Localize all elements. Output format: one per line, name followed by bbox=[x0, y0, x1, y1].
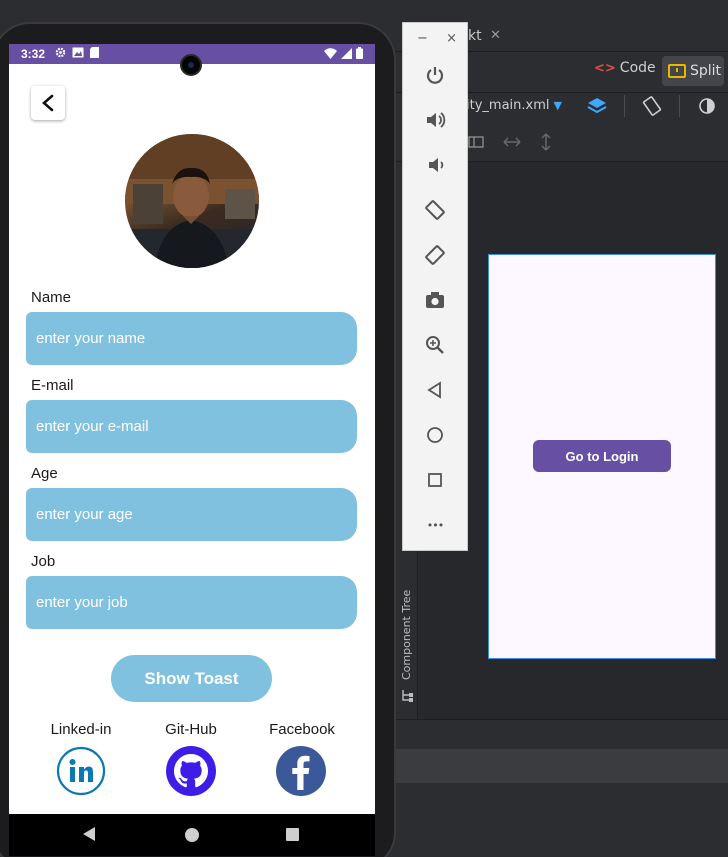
emulator-back-button[interactable] bbox=[422, 377, 448, 403]
ide-bottom-area bbox=[396, 783, 728, 857]
facebook-icon[interactable] bbox=[276, 746, 326, 796]
nav-back-icon[interactable] bbox=[83, 827, 95, 841]
component-tree-label[interactable]: Component Tree bbox=[400, 590, 413, 680]
orientation-icon[interactable] bbox=[641, 95, 663, 117]
name-label: Name bbox=[31, 289, 72, 306]
editor-tab-label[interactable]: kt bbox=[468, 28, 482, 44]
power-button[interactable] bbox=[422, 62, 448, 88]
overview-square-icon bbox=[428, 473, 442, 487]
emulator-toolbar: − × ••• bbox=[402, 22, 468, 551]
github-label: Git-Hub bbox=[165, 721, 217, 738]
show-toast-button[interactable]: Show Toast bbox=[111, 655, 272, 702]
profile-photo bbox=[125, 134, 259, 268]
ide-bottom-panel bbox=[396, 719, 728, 749]
status-icons-right bbox=[324, 47, 363, 59]
emulator-home-button[interactable] bbox=[422, 422, 448, 448]
name-input[interactable]: enter your name bbox=[26, 312, 357, 365]
status-time: 3:32 bbox=[21, 47, 46, 61]
facebook-label: Facebook bbox=[269, 721, 335, 738]
rotate-left-icon bbox=[425, 200, 445, 220]
status-icons-left bbox=[55, 47, 99, 58]
chevron-down-icon: ▼ bbox=[553, 99, 562, 112]
volume-up-button[interactable] bbox=[422, 107, 448, 133]
split-mode-label: Split bbox=[690, 63, 722, 79]
front-camera bbox=[180, 54, 202, 76]
volume-down-button[interactable] bbox=[422, 152, 448, 178]
emulator-overview-button[interactable] bbox=[422, 467, 448, 493]
job-label: Job bbox=[31, 553, 56, 570]
code-mode-label: Code bbox=[619, 60, 656, 76]
toolbar-separator bbox=[624, 95, 625, 117]
emulator-window-controls: − × bbox=[417, 31, 457, 46]
email-label: E-mail bbox=[31, 377, 74, 394]
image-icon bbox=[72, 47, 84, 58]
rotate-right-button[interactable] bbox=[422, 242, 448, 268]
layers-icon[interactable] bbox=[586, 95, 608, 117]
settings-icon bbox=[55, 47, 66, 58]
nav-home-icon[interactable] bbox=[185, 828, 199, 842]
zoom-icon bbox=[426, 336, 444, 354]
nav-recents-icon[interactable] bbox=[286, 828, 299, 841]
battery-icon bbox=[356, 47, 363, 59]
ide-status-strip bbox=[396, 749, 728, 783]
layout-file-dropdown[interactable]: ity_main.xml ▼ bbox=[466, 98, 562, 113]
more-icon: ••• bbox=[426, 518, 444, 532]
component-tree-icon[interactable] bbox=[401, 688, 415, 702]
home-circle-icon bbox=[427, 427, 443, 443]
job-input[interactable]: enter your job bbox=[26, 576, 357, 629]
close-icon[interactable]: × bbox=[446, 31, 457, 46]
layout-preview[interactable]: Go to Login bbox=[488, 254, 716, 659]
age-label: Age bbox=[31, 465, 58, 482]
chevron-left-icon bbox=[42, 94, 54, 112]
sd-card-icon bbox=[90, 47, 99, 58]
back-button[interactable] bbox=[31, 86, 65, 120]
editor-tab-close-icon[interactable]: ✕ bbox=[490, 28, 501, 43]
profile-avatar bbox=[125, 134, 259, 268]
phone-screen: 3:32 Name enter your name E-mail enter y… bbox=[9, 44, 375, 856]
wifi-icon bbox=[324, 47, 337, 59]
github-icon[interactable] bbox=[166, 746, 216, 796]
rotate-left-button[interactable] bbox=[422, 197, 448, 223]
horizontal-resize-icon[interactable] bbox=[502, 134, 522, 150]
screenshot-button[interactable] bbox=[422, 287, 448, 313]
linkedin-label: Linked-in bbox=[50, 721, 112, 738]
camera-icon bbox=[426, 292, 444, 308]
code-mode-button[interactable]: <> Code bbox=[594, 60, 656, 76]
age-input[interactable]: enter your age bbox=[26, 488, 357, 541]
toolbar-separator bbox=[679, 95, 680, 117]
code-icon: <> bbox=[594, 60, 616, 76]
zoom-button[interactable] bbox=[422, 332, 448, 358]
volume-up-icon bbox=[427, 112, 446, 128]
navigation-bar bbox=[9, 814, 375, 856]
ide-top-bar bbox=[0, 0, 728, 22]
minimize-icon[interactable]: − bbox=[417, 31, 428, 46]
power-icon bbox=[426, 67, 444, 84]
layout-file-name: ity_main.xml bbox=[466, 98, 550, 113]
signal-icon bbox=[341, 47, 352, 59]
back-triangle-icon bbox=[427, 381, 441, 399]
theme-icon[interactable] bbox=[696, 95, 718, 117]
go-to-login-preview-button[interactable]: Go to Login bbox=[533, 440, 671, 472]
layout-grid-icon[interactable] bbox=[468, 134, 484, 150]
design-toolbar-icons bbox=[586, 95, 728, 117]
email-input[interactable]: enter your e-mail bbox=[26, 400, 357, 453]
rotate-right-icon bbox=[425, 245, 445, 265]
vertical-resize-icon[interactable] bbox=[538, 132, 554, 152]
split-mode-button[interactable]: Split bbox=[662, 56, 724, 86]
linkedin-icon[interactable] bbox=[56, 746, 106, 796]
split-icon bbox=[668, 64, 686, 78]
volume-down-icon bbox=[429, 158, 444, 172]
more-button[interactable]: ••• bbox=[422, 512, 448, 538]
